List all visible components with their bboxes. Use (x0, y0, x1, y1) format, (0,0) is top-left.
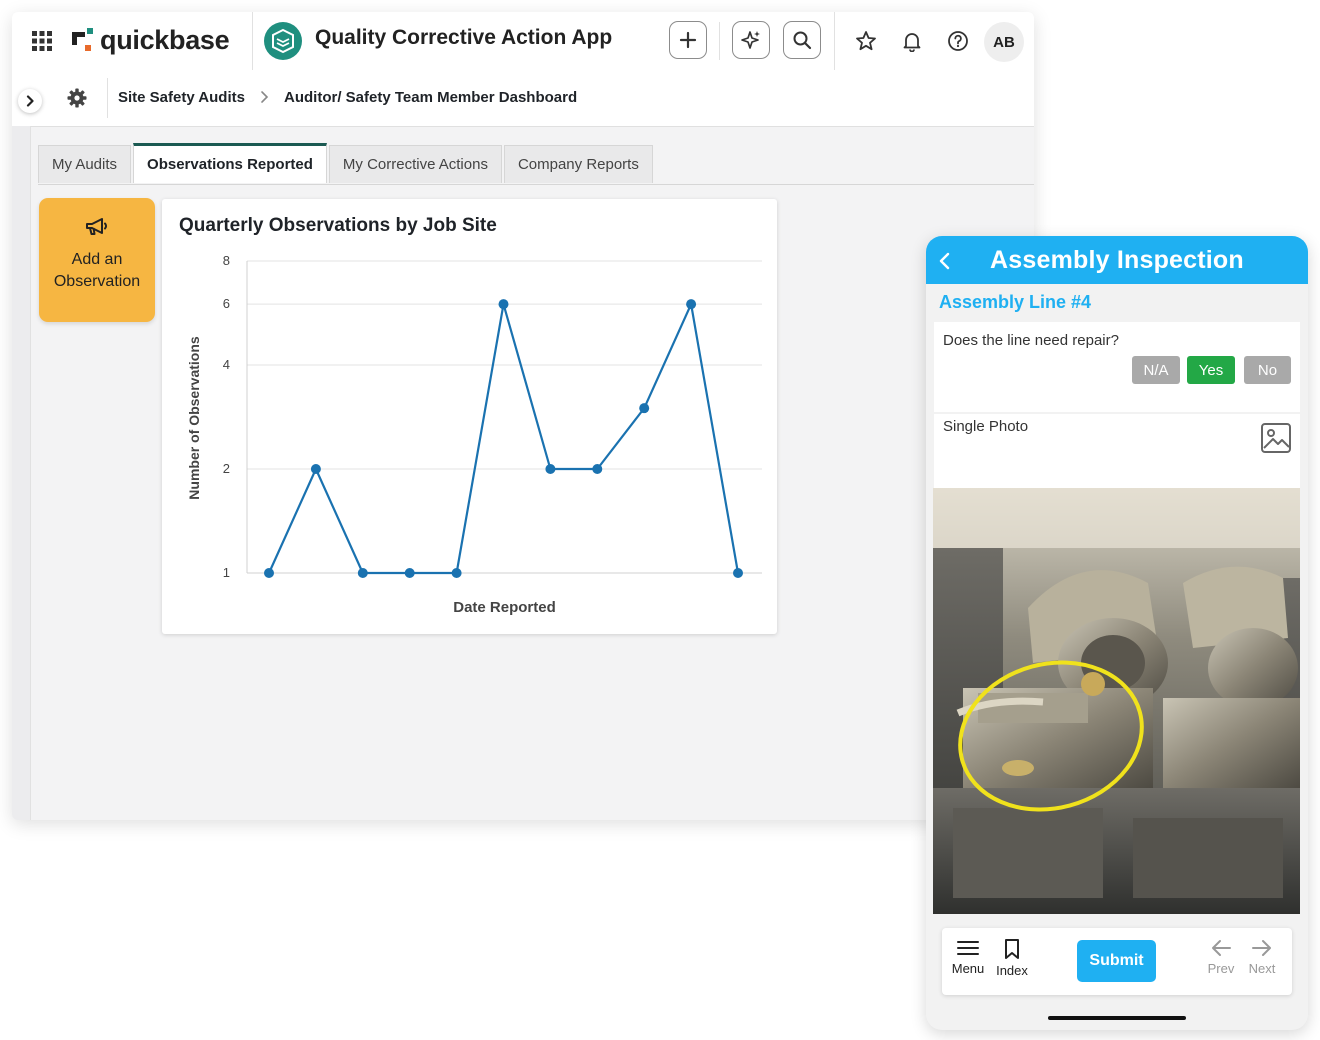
data-point (357, 568, 368, 578)
divider (834, 12, 835, 70)
ai-assist-button[interactable] (732, 21, 770, 59)
divider (107, 78, 108, 118)
y-tick-label: 2 (223, 461, 230, 476)
data-point (733, 568, 743, 578)
data-point (592, 464, 603, 474)
help-icon (948, 31, 968, 51)
breadcrumb-separator-icon (261, 91, 269, 103)
mobile-title: Assembly Inspection (990, 246, 1244, 274)
chevron-right-icon (26, 95, 34, 107)
hamburger-icon (957, 941, 979, 955)
divider (252, 12, 253, 70)
index-button[interactable]: Index (994, 938, 1030, 978)
add-observation-label-2: Observation (53, 273, 141, 290)
expand-sidebar-button[interactable] (18, 89, 42, 113)
megaphone-icon (86, 218, 108, 235)
image-upload-icon[interactable] (1260, 422, 1292, 454)
quickbase-logo[interactable]: quickbase (72, 24, 230, 56)
search-icon (793, 31, 812, 50)
data-point (264, 568, 274, 578)
breadcrumb-app[interactable]: Site Safety Audits (118, 89, 245, 106)
y-tick-label: 1 (223, 565, 230, 580)
data-point (686, 299, 697, 310)
menu-button[interactable]: Menu (950, 938, 986, 976)
app-cube-icon (272, 28, 294, 54)
desktop-window: quickbase Quality Corrective Action App (12, 12, 1034, 820)
sparkle-icon (741, 31, 760, 49)
back-chevron-icon[interactable] (936, 251, 954, 271)
notifications-button[interactable] (900, 29, 924, 53)
series-line (267, 303, 740, 575)
favorites-button[interactable] (854, 29, 878, 53)
photo-label: Single Photo (943, 418, 1029, 435)
bell-icon (903, 33, 921, 52)
option-yes-button[interactable]: Yes (1187, 356, 1235, 384)
breadcrumb: Site Safety Audits Auditor/ Safety Team … (12, 70, 1034, 127)
gear-icon[interactable] (67, 88, 87, 108)
menu-label: Menu (951, 961, 985, 976)
data-point (404, 568, 415, 578)
observations-chart-card: Quarterly Observations by Job Site 12468… (162, 199, 777, 634)
next-button[interactable]: Next (1245, 938, 1279, 976)
data-point (498, 299, 509, 310)
apps-grid-icon[interactable] (32, 31, 52, 51)
divider (719, 22, 720, 60)
machinery-photo-image (933, 488, 1300, 914)
next-label: Next (1248, 961, 1276, 976)
option-no-button[interactable]: No (1244, 356, 1291, 384)
data-point (451, 568, 462, 578)
bookmark-icon (1005, 939, 1019, 959)
arrow-right-icon (1252, 940, 1271, 956)
prev-button[interactable]: Prev (1204, 938, 1238, 976)
top-bar: quickbase Quality Corrective Action App (12, 12, 1034, 71)
section-title: Assembly Line #4 (939, 292, 1092, 312)
mobile-header: Assembly Inspection (926, 236, 1308, 284)
user-avatar[interactable]: AB (984, 22, 1024, 62)
data-point (639, 403, 650, 414)
repair-question: Does the line need repair? N/A Yes No (934, 322, 1300, 412)
y-axis-label: Number of Observations (186, 336, 202, 500)
tab-observations-reported[interactable]: Observations Reported (133, 143, 327, 183)
data-point (545, 464, 556, 474)
tab-my-audits[interactable]: My Audits (38, 145, 132, 183)
mobile-footer: Menu Index Submit Prev Next (942, 928, 1292, 995)
data-point (310, 464, 321, 474)
search-button[interactable] (783, 21, 821, 59)
add-button[interactable] (669, 21, 707, 59)
app-icon[interactable] (264, 22, 302, 60)
sidebar-collapsed (12, 126, 31, 820)
y-tick-label: 4 (223, 357, 230, 372)
help-button[interactable] (946, 29, 970, 53)
machinery-photo (933, 488, 1300, 914)
submit-button[interactable]: Submit (1077, 940, 1156, 982)
add-observation-button[interactable]: Add an Observation (39, 198, 155, 322)
star-icon (856, 31, 876, 51)
breadcrumb-page: Auditor/ Safety Team Member Dashboard (284, 89, 578, 106)
prev-label: Prev (1207, 961, 1235, 976)
dashboard-tabs: My Audits Observations Reported My Corre… (38, 143, 655, 185)
app-title: Quality Corrective Action App (315, 26, 613, 49)
observations-line-chart: 1 2 4 6 8 Date Reported Number of Observations (186, 253, 762, 616)
tab-underline (38, 184, 1034, 185)
tab-my-corrective-actions[interactable]: My Corrective Actions (328, 145, 502, 183)
add-observation-label-1: Add an (71, 251, 123, 268)
arrow-left-icon (1212, 940, 1231, 956)
mobile-form: Assembly Inspection Assembly Line #4 Doe… (926, 236, 1308, 1030)
question-text: Does the line need repair? (943, 332, 1119, 349)
y-tick-label: 6 (223, 296, 230, 311)
y-tick-label: 8 (223, 253, 230, 268)
option-na-button[interactable]: N/A (1132, 356, 1180, 384)
plus-icon (679, 31, 697, 49)
index-label: Index (996, 963, 1028, 978)
home-indicator (1048, 1016, 1186, 1020)
x-axis-label: Date Reported (453, 599, 556, 616)
single-photo-field: Single Photo (934, 414, 1300, 488)
logo-text: quickbase (100, 24, 230, 55)
quickbase-logo-icon (72, 28, 93, 51)
tab-company-reports[interactable]: Company Reports (503, 145, 653, 183)
